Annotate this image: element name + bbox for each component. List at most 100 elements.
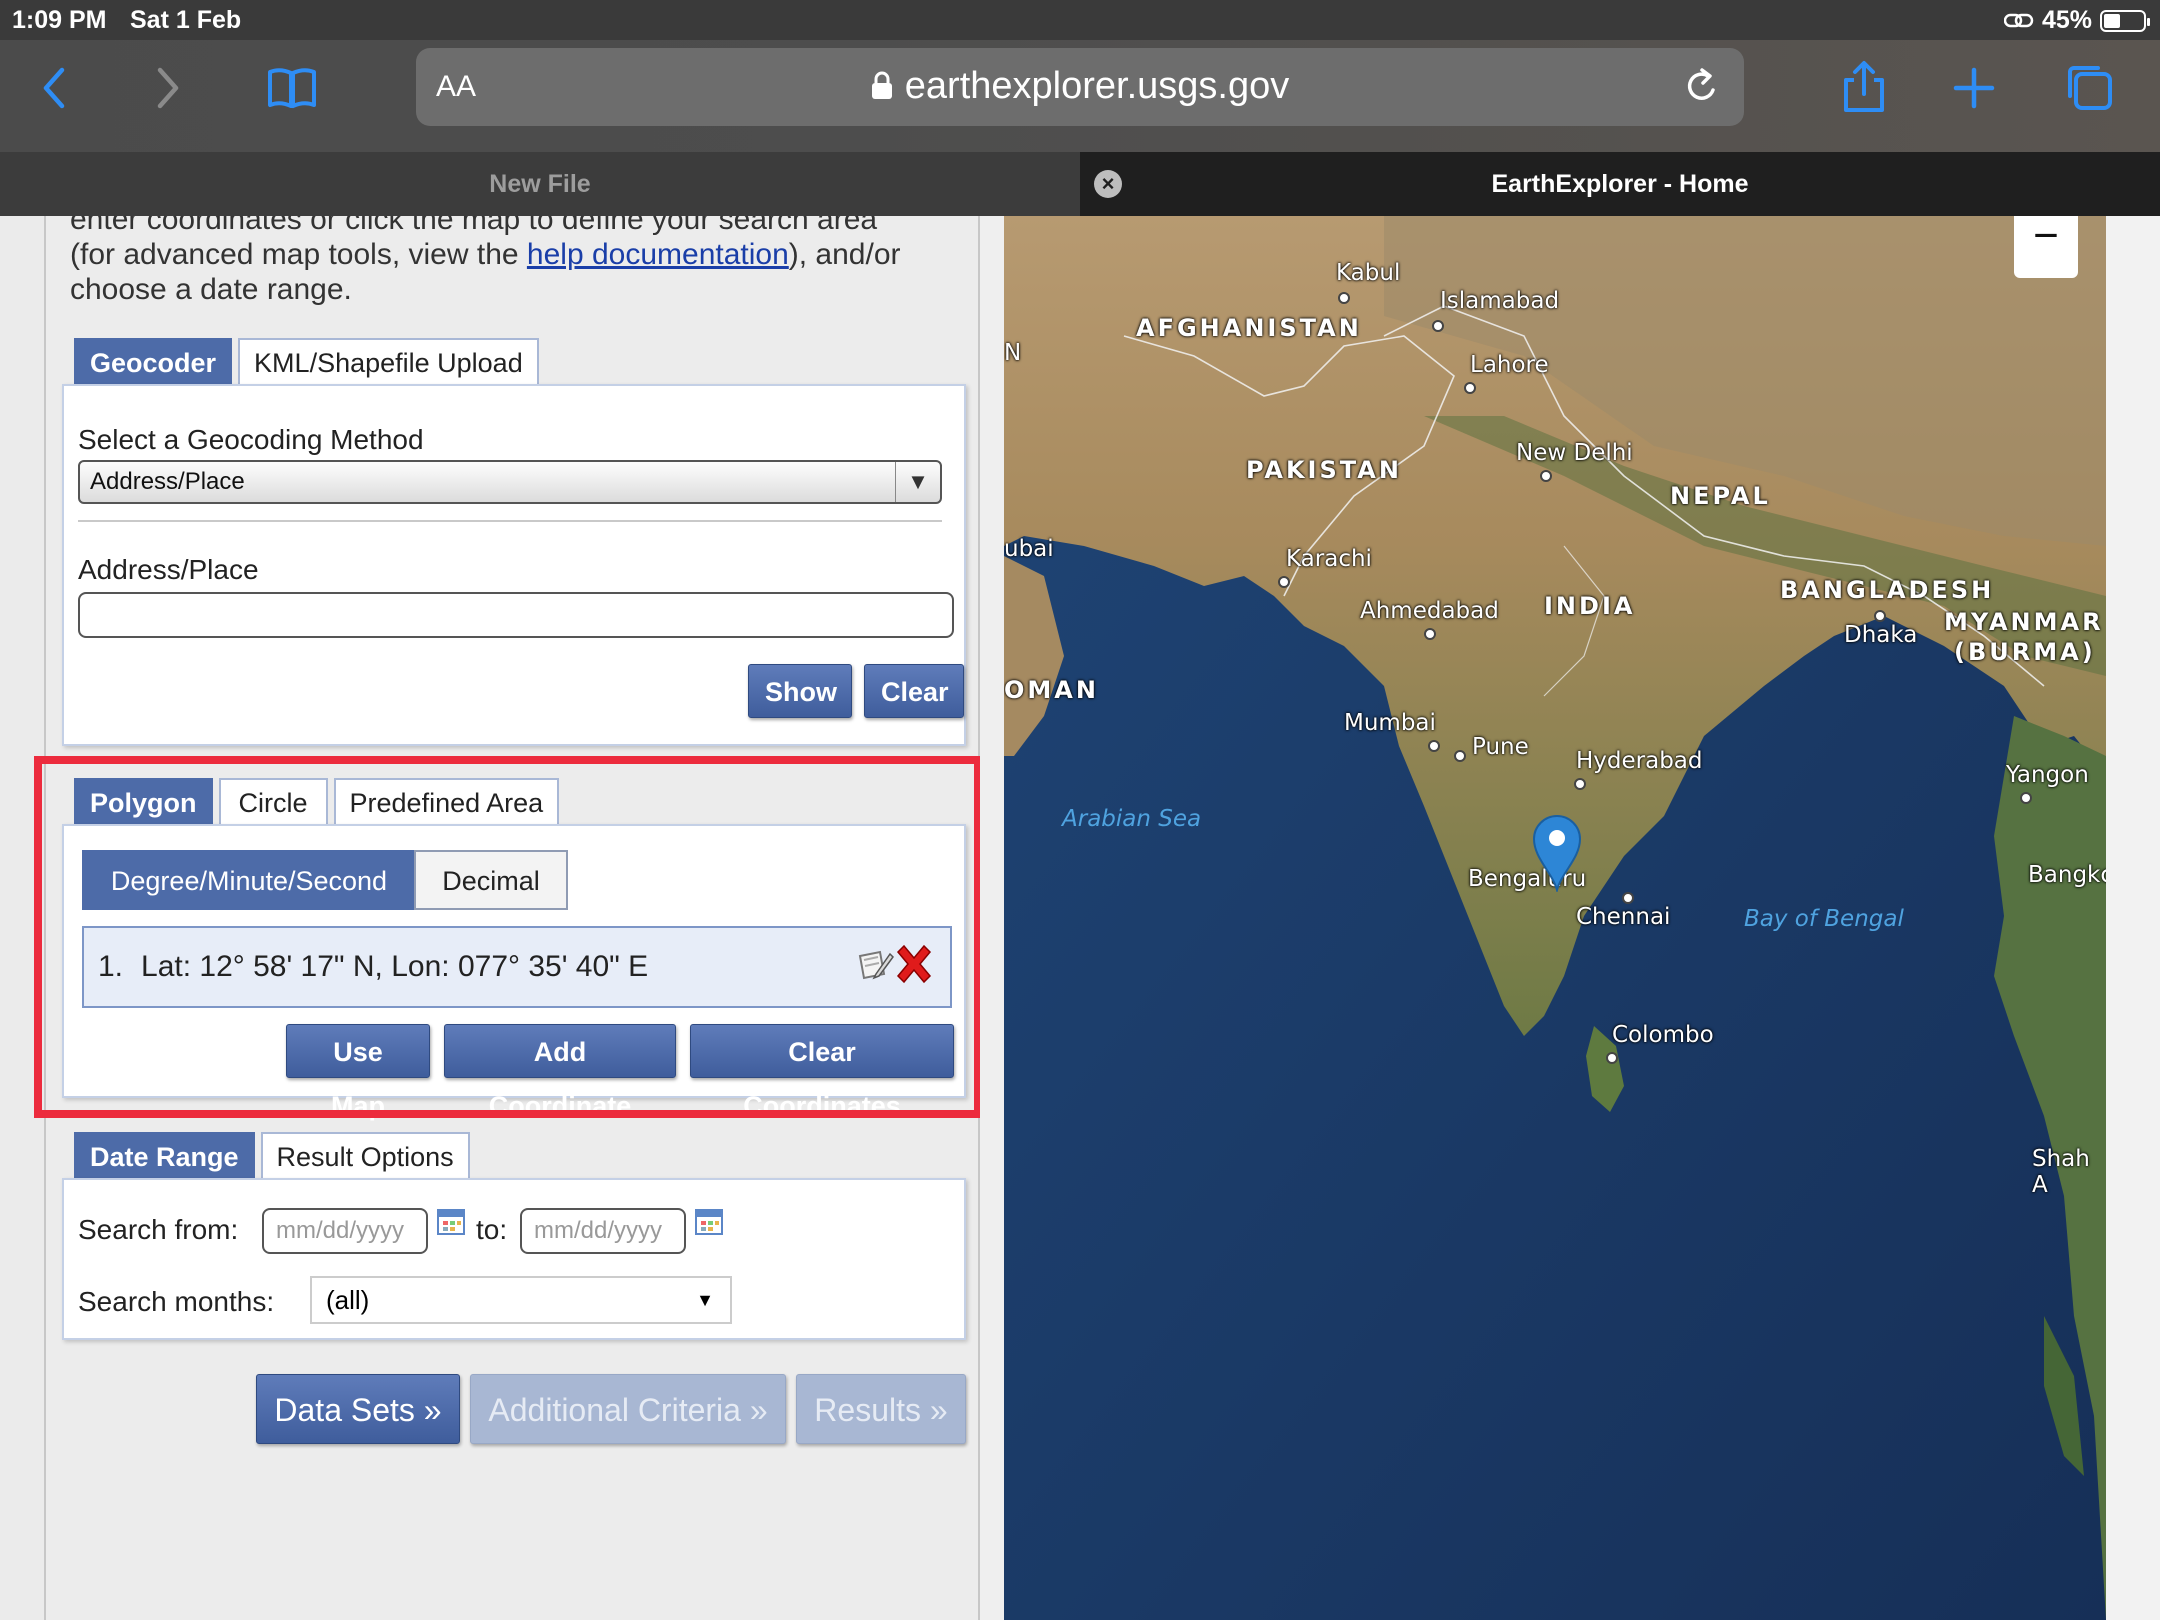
map-label-shah-alam: Shah A bbox=[2032, 1146, 2090, 1198]
use-map-button[interactable]: Use Map bbox=[286, 1024, 430, 1121]
coordinate-index: 1. bbox=[98, 950, 124, 983]
forward-icon[interactable] bbox=[136, 58, 196, 118]
city-dot bbox=[1428, 740, 1440, 752]
tab-kml-shapefile-upload[interactable]: KML/Shapefile Upload bbox=[238, 338, 539, 384]
tab-result-options[interactable]: Result Options bbox=[260, 1132, 470, 1178]
map-label-ahmedabad: Ahmedabad bbox=[1360, 598, 1499, 624]
share-icon[interactable] bbox=[1834, 58, 1894, 118]
map-label-bangkok: Bangkc bbox=[2028, 862, 2106, 888]
city-dot bbox=[1464, 382, 1476, 394]
search-months-select[interactable]: (all) ▼ bbox=[310, 1276, 732, 1324]
search-from-label: Search from: bbox=[78, 1214, 239, 1245]
map-label-new-delhi: New Delhi bbox=[1516, 440, 1633, 466]
geocoding-method-select[interactable]: Address/Place ▼ bbox=[78, 460, 942, 504]
battery-percent: 45% bbox=[2041, 6, 2092, 34]
map-label-myanmar: MYANMAR bbox=[1944, 608, 2104, 636]
new-tab-icon[interactable] bbox=[1944, 58, 2004, 118]
map-label-burma: (BURMA) bbox=[1954, 638, 2096, 666]
map-label-lahore: Lahore bbox=[1470, 352, 1549, 378]
map-label-arabian-sea: Arabian Sea bbox=[1062, 806, 1202, 832]
address-bar[interactable]: AA earthexplorer.usgs.gov bbox=[416, 48, 1744, 126]
back-icon[interactable] bbox=[26, 58, 86, 118]
area-tabs: Polygon Circle Predefined Area bbox=[74, 778, 560, 824]
data-sets-button[interactable]: Data Sets » bbox=[256, 1374, 460, 1444]
intro-line-3: choose a date range. bbox=[70, 273, 352, 306]
city-dot bbox=[2020, 792, 2032, 804]
coordinate-row: 1. Lat: 12° 58' 17" N, Lon: 077° 35' 40" … bbox=[82, 926, 952, 1008]
divider bbox=[78, 520, 942, 522]
tabs-overview-icon[interactable] bbox=[2060, 58, 2120, 118]
to-label: to: bbox=[476, 1214, 508, 1245]
location-pin-icon[interactable] bbox=[1530, 812, 1584, 892]
city-dot bbox=[1574, 778, 1586, 790]
calendar-icon[interactable] bbox=[436, 1206, 466, 1236]
reload-icon[interactable] bbox=[1680, 64, 1724, 108]
intro-line-2-suffix: ), and/or bbox=[788, 238, 901, 271]
city-dot bbox=[1606, 1052, 1618, 1064]
battery-icon bbox=[2100, 9, 2150, 32]
tab-predefined-area[interactable]: Predefined Area bbox=[333, 778, 560, 824]
date-tabs: Date Range Result Options bbox=[74, 1132, 470, 1178]
city-dot bbox=[1338, 292, 1350, 304]
add-coordinate-button[interactable]: Add Coordinate bbox=[444, 1024, 676, 1121]
tab-date-range[interactable]: Date Range bbox=[74, 1132, 255, 1178]
address-place-label: Address/Place bbox=[78, 554, 259, 585]
tab-earthexplorer[interactable]: × EarthExplorer - Home bbox=[1080, 152, 2160, 216]
clear-coordinates-button[interactable]: Clear Coordinates bbox=[690, 1024, 954, 1121]
delete-coordinate-icon[interactable] bbox=[892, 942, 936, 986]
city-dot bbox=[1540, 470, 1552, 482]
dropdown-arrow-icon: ▼ bbox=[696, 1290, 714, 1310]
map-label-colombo: Colombo bbox=[1612, 1022, 1714, 1048]
tab-label: New File bbox=[489, 170, 591, 198]
page-right-margin bbox=[2106, 216, 2160, 1620]
status-date: Sat 1 Feb bbox=[130, 6, 242, 34]
search-months-label: Search months: bbox=[78, 1286, 275, 1317]
dms-format-button[interactable]: Degree/Minute/Second bbox=[82, 850, 416, 910]
city-dot bbox=[1432, 320, 1444, 332]
map-label-islamabad: Islamabad bbox=[1440, 288, 1560, 314]
calendar-icon[interactable] bbox=[694, 1206, 724, 1236]
tab-polygon[interactable]: Polygon bbox=[74, 778, 213, 824]
geocoder-tabs: Geocoder KML/Shapefile Upload bbox=[74, 338, 539, 384]
map-label-india: INDIA bbox=[1544, 592, 1636, 620]
map-label-bangladesh: BANGLADESH bbox=[1780, 576, 1995, 604]
intro-text: enter coordinates or click the map to de… bbox=[70, 216, 970, 307]
geocoder-box: Select a Geocoding Method Address/Place … bbox=[62, 384, 966, 746]
status-time: 1:09 PM bbox=[12, 6, 107, 34]
tab-geocoder[interactable]: Geocoder bbox=[74, 338, 233, 384]
clear-button[interactable]: Clear bbox=[864, 664, 964, 718]
polygon-box: Degree/Minute/Second Decimal 1. Lat: 12° … bbox=[62, 824, 966, 1121]
city-dot bbox=[1278, 576, 1290, 588]
bookmarks-icon[interactable] bbox=[262, 58, 322, 118]
search-from-input[interactable] bbox=[262, 1208, 428, 1254]
zoom-out-button[interactable]: − bbox=[2014, 216, 2078, 278]
map-label-karachi: Karachi bbox=[1286, 546, 1372, 572]
search-criteria-panel: enter coordinates or click the map to de… bbox=[44, 216, 980, 1620]
map-view[interactable]: − Kabul Islamabad AFGHANISTAN Lahore PAK… bbox=[1004, 216, 2106, 1620]
tab-circle[interactable]: Circle bbox=[218, 778, 328, 824]
map-label-kabul: Kabul bbox=[1336, 260, 1401, 286]
map-label-dhaka: Dhaka bbox=[1844, 622, 1918, 648]
address-place-input[interactable] bbox=[78, 592, 954, 638]
help-documentation-link[interactable]: help documentation bbox=[527, 238, 789, 271]
show-button[interactable]: Show bbox=[748, 664, 852, 718]
coordinate-text: Lat: 12° 58' 17" N, Lon: 077° 35' 40" E bbox=[141, 950, 649, 983]
results-button[interactable]: Results » bbox=[796, 1374, 966, 1444]
tab-label: EarthExplorer - Home bbox=[1491, 170, 1749, 198]
city-dot bbox=[1454, 750, 1466, 762]
decimal-format-button[interactable]: Decimal bbox=[414, 850, 568, 910]
search-to-input[interactable] bbox=[520, 1208, 686, 1254]
map-label-oman: OMAN bbox=[1004, 676, 1099, 704]
map-label-dubai: ubai bbox=[1004, 536, 1054, 562]
date-range-box: Search from: to: Search months: (all) ▼ bbox=[62, 1178, 966, 1340]
browser-toolbar: AA earthexplorer.usgs.gov bbox=[0, 40, 2160, 152]
geocoding-method-value: Address/Place bbox=[90, 468, 245, 495]
additional-criteria-button[interactable]: Additional Criteria » bbox=[470, 1374, 786, 1444]
map-gutter bbox=[980, 216, 1004, 1620]
map-label-mumbai: Mumbai bbox=[1344, 710, 1436, 736]
edit-coordinate-icon[interactable] bbox=[854, 944, 894, 984]
close-tab-icon[interactable]: × bbox=[1094, 170, 1122, 198]
search-months-value: (all) bbox=[326, 1285, 370, 1315]
tab-new-file[interactable]: New File bbox=[0, 152, 1080, 216]
tab-bar: New File × EarthExplorer - Home bbox=[0, 152, 2160, 216]
